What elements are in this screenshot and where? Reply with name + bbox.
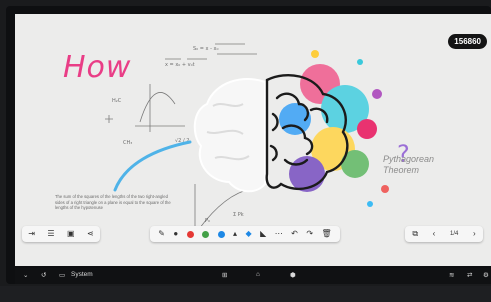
formula-hc: H₂C [112, 98, 122, 104]
whiteboard-app-icon[interactable]: ⬢ [290, 271, 296, 279]
how-handwriting: How [63, 50, 132, 85]
back-icon[interactable]: ↺ [41, 271, 46, 279]
blue-pen-stroke [113, 140, 192, 192]
blue-color-swatch[interactable] [217, 230, 225, 238]
pen-tool-icon[interactable]: ✎ [158, 230, 165, 238]
share-icon[interactable]: ⋖ [87, 230, 94, 238]
prev-page-icon[interactable]: ‹ [433, 230, 436, 238]
red-color-swatch[interactable] [186, 230, 194, 238]
theorem-note: The sum of the squares of the lengths of… [55, 194, 171, 211]
green-color-swatch[interactable] [202, 230, 210, 238]
more-icon[interactable]: ⋯ [275, 230, 283, 238]
pythagorean-line-1: Pythagorean [383, 154, 435, 164]
formula-x: x = x₀ + v₀t [165, 62, 195, 68]
menu-icon[interactable]: ☰ [47, 230, 54, 238]
formula-ch: CH₃ [123, 140, 132, 146]
next-page-icon[interactable]: › [473, 230, 476, 238]
left-toolbar: ⇥ ☰ ▣ ⋖ [22, 226, 100, 242]
drawing-toolbar: ✎ ● ▴ ◆ ◣ ⋯ ↶ ↷ 🗑 [150, 226, 340, 242]
page-toolbar: ⧉ ‹ 1/4 › [405, 226, 483, 242]
id-badge: 156860 [448, 34, 487, 49]
page-indicator: 1/4 [449, 231, 459, 237]
chevron-down-icon[interactable]: ⌄ [23, 271, 28, 279]
system-taskbar: ⌄ ↺ ▭ System ⊞ ⌂ ⬢ ≋ ⇄ ⚙ [15, 268, 491, 284]
highlighter-icon[interactable]: ◆ [246, 230, 252, 238]
system-label[interactable]: System [71, 271, 93, 278]
pythagorean-caption: Pythagorean Theorem [383, 154, 434, 176]
system-icon[interactable]: ▭ [59, 271, 65, 279]
brain-left-half [193, 78, 266, 193]
formula-p: P₀ [205, 218, 210, 224]
home-icon[interactable]: ⌂ [256, 271, 260, 278]
formula-sx: S₀ = x - x₀ [193, 46, 218, 52]
transfer-icon[interactable]: ⇄ [467, 271, 472, 279]
more-colors-icon[interactable]: ▴ [233, 230, 237, 238]
undo-icon[interactable]: ↶ [291, 230, 298, 238]
save-icon[interactable]: ▣ [67, 230, 75, 238]
eraser-icon[interactable]: ◣ [260, 230, 266, 238]
settings-icon[interactable]: ⚙ [483, 271, 489, 279]
brush-size-icon[interactable]: ● [173, 230, 178, 238]
display-stand [0, 286, 491, 302]
pages-icon[interactable]: ⧉ [412, 230, 418, 238]
exit-icon[interactable]: ⇥ [28, 230, 35, 238]
paint-splash [279, 50, 389, 207]
redo-icon[interactable]: ↷ [306, 230, 313, 238]
formula-sum: Σ Pk [233, 212, 244, 218]
pythagorean-line-2: Theorem [383, 165, 420, 175]
apps-icon[interactable]: ⊞ [222, 271, 227, 279]
wifi-icon[interactable]: ≋ [449, 271, 454, 279]
delete-icon[interactable]: 🗑 [321, 230, 331, 238]
